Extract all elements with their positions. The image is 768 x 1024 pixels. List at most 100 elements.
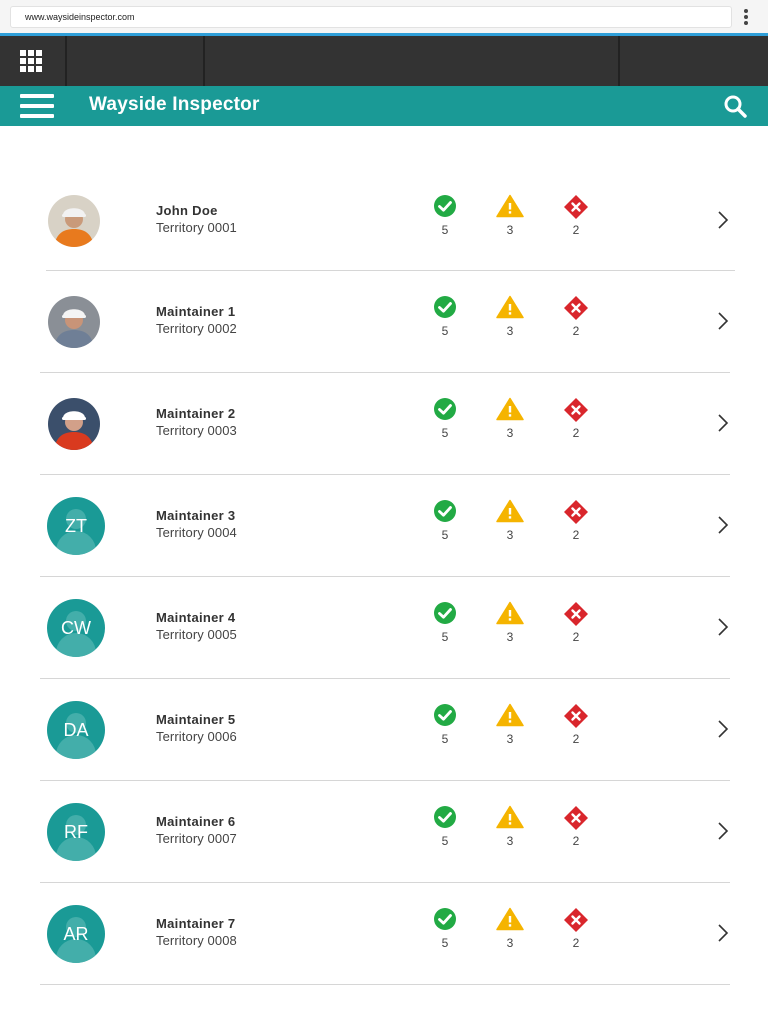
error-diamond-icon xyxy=(564,296,588,320)
warning-stat: 3 xyxy=(495,194,525,237)
url-bar[interactable]: www.waysideinspector.com xyxy=(10,6,732,28)
warning-count: 3 xyxy=(506,426,514,440)
chevron-right-icon[interactable] xyxy=(716,719,730,739)
menu-icon[interactable] xyxy=(20,94,54,120)
avatar: RF xyxy=(47,803,105,861)
error-diamond-icon xyxy=(564,806,588,830)
maintainer-name: Maintainer 4 xyxy=(156,610,236,625)
maintainer-list: John Doe Territory 0001 5 3 2 Maintainer… xyxy=(40,170,735,985)
error-diamond-icon xyxy=(564,500,588,524)
ok-count: 5 xyxy=(441,834,449,848)
chevron-right-icon[interactable] xyxy=(716,515,730,535)
check-circle-icon xyxy=(434,806,456,828)
error-count: 2 xyxy=(572,223,580,237)
topbar-divider xyxy=(618,36,620,86)
list-item[interactable]: Maintainer 1 Territory 0002 5 3 2 xyxy=(40,271,730,373)
avatar-photo xyxy=(48,398,100,450)
page-title: Wayside Inspector xyxy=(89,94,260,115)
chevron-right-icon[interactable] xyxy=(716,617,730,637)
error-count: 2 xyxy=(572,324,580,338)
avatar-initials: RF xyxy=(64,822,88,842)
ok-stat: 5 xyxy=(430,499,460,542)
avatar: ZT xyxy=(47,497,105,555)
ok-stat: 5 xyxy=(430,805,460,848)
list-item[interactable]: CW Maintainer 4 Territory 0005 5 3 2 xyxy=(40,577,730,679)
error-count: 2 xyxy=(572,630,580,644)
territory-label: Territory 0008 xyxy=(156,933,237,948)
error-stat: 2 xyxy=(561,397,591,440)
list-item[interactable]: DA Maintainer 5 Territory 0006 5 3 2 xyxy=(40,679,730,781)
avatar-photo xyxy=(48,195,100,247)
browser-toolbar: www.waysideinspector.com xyxy=(0,0,768,34)
warning-stat: 3 xyxy=(495,601,525,644)
chevron-right-icon[interactable] xyxy=(716,923,730,943)
error-diamond-icon xyxy=(564,602,588,626)
ok-stat: 5 xyxy=(430,397,460,440)
warning-stat: 3 xyxy=(495,397,525,440)
error-diamond-icon xyxy=(564,195,588,219)
error-stat: 2 xyxy=(561,499,591,542)
warning-count: 3 xyxy=(506,834,514,848)
check-circle-icon xyxy=(434,602,456,624)
warning-icon xyxy=(496,295,524,319)
error-stat: 2 xyxy=(561,194,591,237)
error-count: 2 xyxy=(572,426,580,440)
error-count: 2 xyxy=(572,732,580,746)
chevron-right-icon[interactable] xyxy=(716,311,730,331)
territory-label: Territory 0002 xyxy=(156,321,237,336)
app-header: Wayside Inspector xyxy=(0,86,768,126)
app-grid-icon[interactable] xyxy=(14,46,48,76)
list-item[interactable]: RF Maintainer 6 Territory 0007 5 3 2 xyxy=(40,781,730,883)
search-icon[interactable] xyxy=(722,93,748,119)
territory-label: Territory 0001 xyxy=(156,220,237,235)
warning-stat: 3 xyxy=(495,907,525,950)
warning-icon xyxy=(496,397,524,421)
topbar-divider xyxy=(203,36,205,86)
ok-count: 5 xyxy=(441,936,449,950)
avatar-photo xyxy=(48,296,100,348)
error-diamond-icon xyxy=(564,908,588,932)
app-topbar xyxy=(0,36,768,86)
warning-count: 3 xyxy=(506,528,514,542)
avatar-initials: ZT xyxy=(65,516,87,536)
territory-label: Territory 0006 xyxy=(156,729,237,744)
ok-count: 5 xyxy=(441,426,449,440)
warning-icon xyxy=(496,499,524,523)
error-stat: 2 xyxy=(561,805,591,848)
warning-icon xyxy=(496,601,524,625)
avatar-initials: CW xyxy=(61,618,91,638)
maintainer-name: Maintainer 2 xyxy=(156,406,236,421)
avatar: DA xyxy=(47,701,105,759)
chevron-right-icon[interactable] xyxy=(716,210,730,230)
warning-stat: 3 xyxy=(495,703,525,746)
list-item[interactable]: John Doe Territory 0001 5 3 2 xyxy=(40,170,735,271)
error-stat: 2 xyxy=(561,295,591,338)
warning-count: 3 xyxy=(506,630,514,644)
error-count: 2 xyxy=(572,936,580,950)
check-circle-icon xyxy=(434,500,456,522)
check-circle-icon xyxy=(434,704,456,726)
list-item[interactable]: Maintainer 2 Territory 0003 5 3 2 xyxy=(40,373,730,475)
list-item[interactable]: ZT Maintainer 3 Territory 0004 5 3 2 xyxy=(40,475,730,577)
ok-count: 5 xyxy=(441,223,449,237)
maintainer-name: Maintainer 6 xyxy=(156,814,236,829)
chevron-right-icon[interactable] xyxy=(716,821,730,841)
error-stat: 2 xyxy=(561,703,591,746)
chevron-right-icon[interactable] xyxy=(716,413,730,433)
error-stat: 2 xyxy=(561,907,591,950)
warning-stat: 3 xyxy=(495,805,525,848)
avatar-initials: AR xyxy=(63,924,89,944)
avatar: CW xyxy=(47,599,105,657)
check-circle-icon xyxy=(434,908,456,930)
avatar: AR xyxy=(47,905,105,963)
warning-icon xyxy=(496,194,524,218)
maintainer-name: Maintainer 3 xyxy=(156,508,236,523)
territory-label: Territory 0004 xyxy=(156,525,237,540)
territory-label: Territory 0005 xyxy=(156,627,237,642)
avatar-initials: DA xyxy=(63,720,89,740)
avatar xyxy=(48,398,100,450)
browser-menu-icon[interactable] xyxy=(741,9,751,27)
territory-label: Territory 0003 xyxy=(156,423,237,438)
list-item[interactable]: AR Maintainer 7 Territory 0008 5 3 2 xyxy=(40,883,730,985)
ok-stat: 5 xyxy=(430,703,460,746)
